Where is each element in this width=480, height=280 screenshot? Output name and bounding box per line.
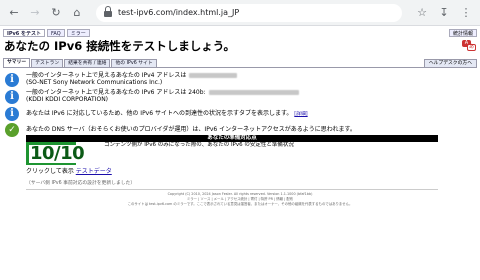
test-data-link[interactable]: テストデータ <box>76 168 112 175</box>
language-icon[interactable]: Aあ <box>462 40 476 52</box>
ipv4-label: 一般のインターネット上で見えるあなたの IPv4 アドレスは <box>26 72 187 79</box>
home-icon[interactable]: ⌂ <box>69 5 85 21</box>
browser-toolbar: ← → ↻ ⌂ test-ipv6.com/index.html.ja_JP ☆… <box>0 0 480 26</box>
url-text: test-ipv6.com/index.html.ja_JP <box>118 8 240 17</box>
menu-icon[interactable]: ⋮ <box>458 5 474 21</box>
tab-share[interactable]: 結果を共有 / 連絡 <box>64 59 111 67</box>
ipv6-address-row: 一般のインターネット上で見えるあなたの IPv6 アドレスは 240b: (KD… <box>26 89 299 103</box>
ipv6-capable-text: あなたは IPv6 に対応しているため、他の IPv6 サイトへの到達性の状況を… <box>26 110 293 117</box>
forward-icon[interactable]: → <box>27 5 43 21</box>
score-value: 10/10 <box>29 143 86 164</box>
tab-summary[interactable]: サマリー <box>3 58 31 67</box>
show-test-data: クリックして表示 テストデータ <box>26 168 112 176</box>
ipv4-address-row: 一般のインターネット上で見えるあなたの IPv4 アドレスは (SO-NET S… <box>26 72 238 86</box>
result-tabs: サマリー テストラン 結果を共有 / 連絡 他の IPv6 サイト ヘルプデスク… <box>3 58 477 68</box>
dns-text: あなたの DNS サーバ（おそらくお使いのプロバイダが運用）は、IPv6 インタ… <box>26 126 356 133</box>
footer-disclaimer: このサイトは test-ipv6.com のミラーです。ここで表示されている意見… <box>127 202 353 206</box>
redacted-ipv4 <box>189 73 238 78</box>
score-header: あなたの準備対応点 <box>26 135 438 142</box>
redacted-ipv6 <box>208 90 299 95</box>
info-icon: i <box>5 107 19 121</box>
check-icon: ✓ <box>5 123 19 137</box>
lock-icon <box>104 5 112 17</box>
nav-tab-faq[interactable]: FAQ <box>47 28 65 37</box>
ipv6-isp: (KDDI KDDI CORPORATION) <box>26 96 109 103</box>
tab-test-run[interactable]: テストラン <box>31 59 64 67</box>
stats-button[interactable]: 統計情報 <box>448 28 477 37</box>
site-nav: IPv6 をテスト FAQ ミラー 統計情報 <box>0 27 480 38</box>
reload-icon[interactable]: ↻ <box>48 5 64 21</box>
ipv6-label: 一般のインターネット上で見えるあなたの IPv6 アドレスは 240b: <box>26 89 206 96</box>
nav-tab-test[interactable]: IPv6 をテスト <box>3 28 46 37</box>
details-link[interactable]: [詳細] <box>294 112 307 117</box>
back-icon[interactable]: ← <box>6 5 22 21</box>
config-note: （サーバ側 IPv6 事前対応の設計を更新しました） <box>26 181 136 186</box>
show-label: クリックして表示 <box>26 168 74 175</box>
info-icon: i <box>5 90 19 104</box>
page-content: IPv6 をテスト FAQ ミラー 統計情報 あなたの IPv6 接続性をテスト… <box>0 27 480 280</box>
page-title: あなたの IPv6 接続性をテストしましょう。 <box>4 39 236 53</box>
address-bar[interactable]: test-ipv6.com/index.html.ja_JP <box>96 3 402 22</box>
divider <box>26 189 438 190</box>
tab-other-sites[interactable]: 他の IPv6 サイト <box>111 59 157 67</box>
ipv6-capable-row: あなたは IPv6 に対応しているため、他の IPv6 サイトへの到達性の状況を… <box>26 110 308 118</box>
info-icon: i <box>5 73 19 87</box>
star-icon[interactable]: ☆ <box>414 5 430 21</box>
tab-helpdesk[interactable]: ヘルプデスクの方へ <box>423 59 477 67</box>
download-icon[interactable]: ↧ <box>436 5 452 21</box>
nav-tab-mirrors[interactable]: ミラー <box>66 28 90 37</box>
score-description: コンテンツ側が IPv6 のみになった際の、あなたの IPv6 の安定性と準備状… <box>104 142 294 148</box>
ipv4-isp: (SO-NET Sony Network Communications Inc.… <box>26 79 163 86</box>
dns-row: あなたの DNS サーバ（おそらくお使いのプロバイダが運用）は、IPv6 インタ… <box>26 126 356 133</box>
